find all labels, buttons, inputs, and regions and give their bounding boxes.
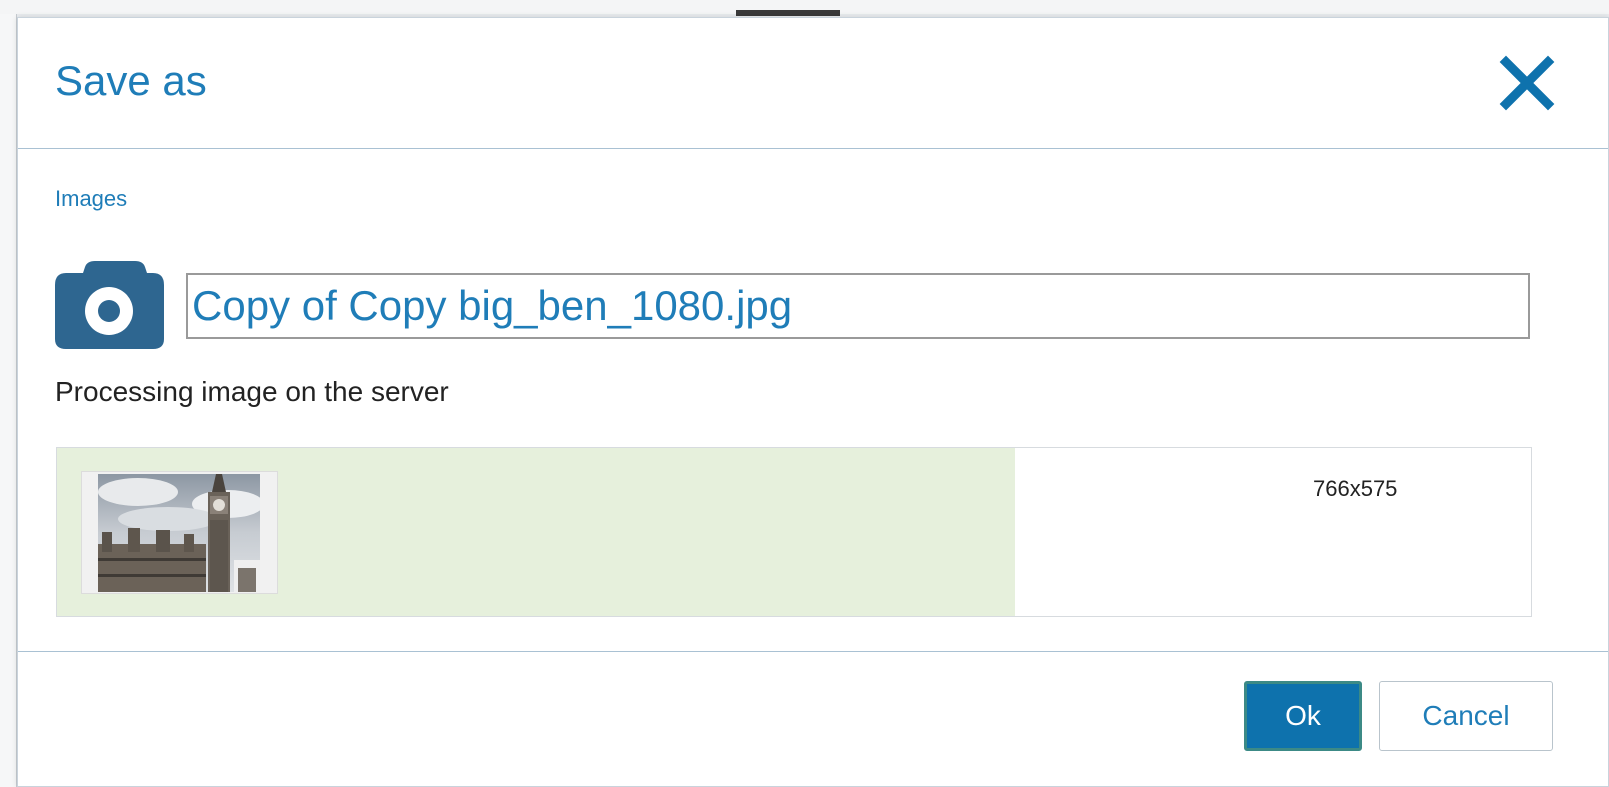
dialog-title: Save as	[55, 57, 207, 104]
background-tab	[736, 10, 840, 16]
save-as-dialog: Save as Images Processing image on the s…	[17, 17, 1609, 787]
camera-icon	[55, 261, 164, 349]
image-dimensions: 766x575	[1313, 476, 1398, 501]
image-thumbnail	[81, 471, 278, 594]
filename-input[interactable]	[186, 273, 1530, 339]
footer-divider	[18, 651, 1608, 652]
ok-button[interactable]: Ok	[1244, 681, 1362, 751]
image-list-row[interactable]: 766x575	[56, 447, 1532, 617]
processing-status: Processing image on the server	[55, 376, 449, 407]
cancel-button[interactable]: Cancel	[1379, 681, 1553, 751]
background-panel-edge	[0, 14, 17, 787]
dialog-header: Save as	[18, 18, 1608, 149]
close-button[interactable]	[1496, 52, 1558, 114]
close-icon	[1499, 55, 1555, 111]
folder-breadcrumb[interactable]: Images	[55, 186, 127, 212]
